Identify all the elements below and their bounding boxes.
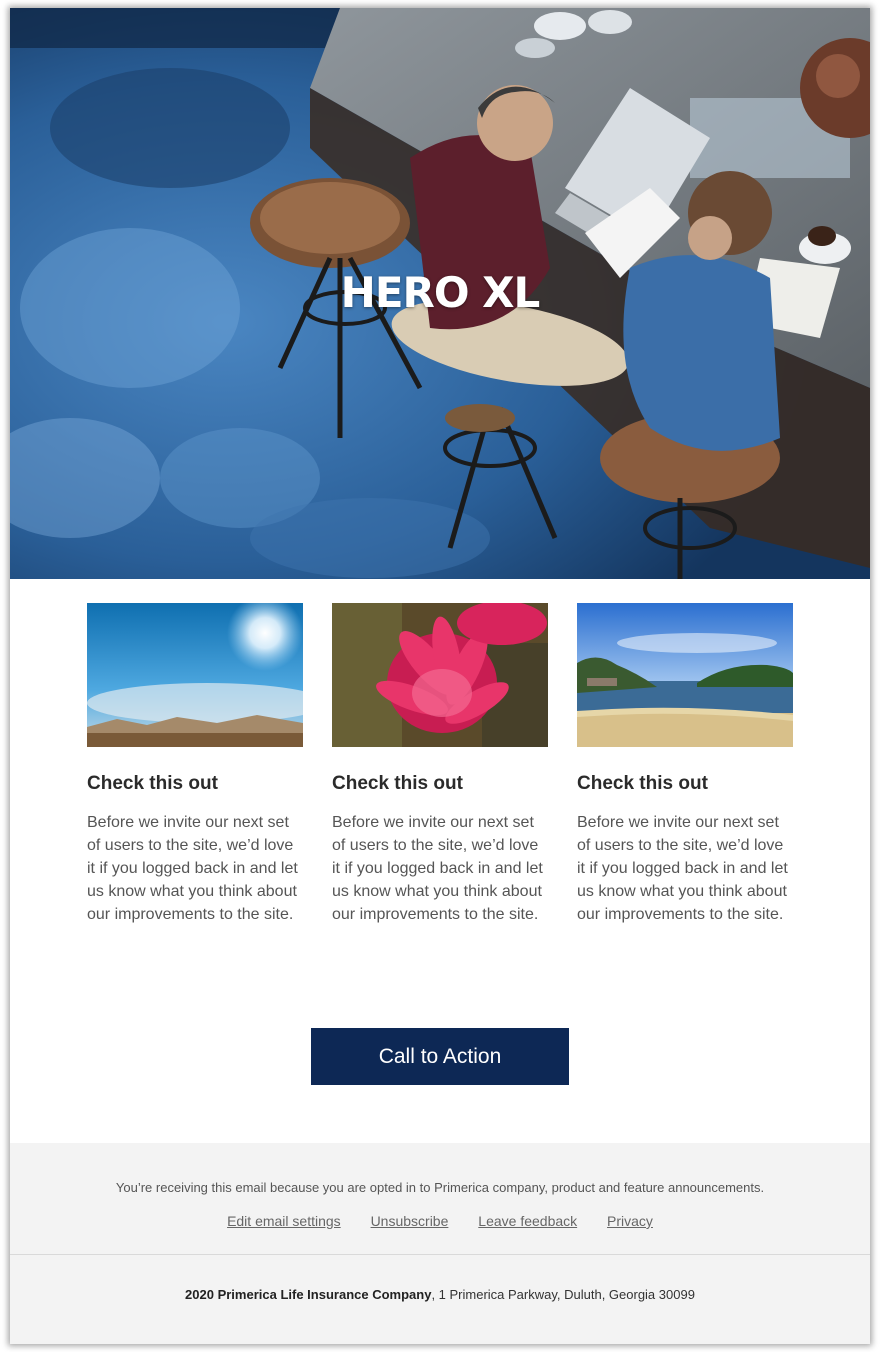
beach-cove-photo bbox=[577, 603, 793, 747]
card-body: Before we invite our next set of users t… bbox=[577, 814, 788, 923]
leave-feedback-link[interactable]: Leave feedback bbox=[478, 1213, 577, 1229]
desert-sky-photo bbox=[87, 603, 303, 747]
card-title: Check this out bbox=[87, 773, 218, 794]
footer-divider bbox=[10, 1254, 870, 1255]
email-frame: HERO XL Check this out Before we invite … bbox=[10, 8, 870, 1344]
company-address: 2020 Primerica Life Insurance Company, 1… bbox=[10, 1287, 870, 1302]
footer-links: Edit email settings Unsubscribe Leave fe… bbox=[10, 1213, 870, 1229]
feature-card: Check this out Before we invite our next… bbox=[332, 603, 548, 926]
card-body: Before we invite our next set of users t… bbox=[87, 814, 298, 923]
feature-card: Check this out Before we invite our next… bbox=[577, 603, 793, 926]
company-name: 2020 Primerica Life Insurance Company bbox=[185, 1287, 432, 1302]
card-title: Check this out bbox=[332, 773, 463, 794]
address-text: , 1 Primerica Parkway, Duluth, Georgia 3… bbox=[431, 1287, 695, 1302]
feature-card: Check this out Before we invite our next… bbox=[87, 603, 303, 926]
feature-cards: Check this out Before we invite our next… bbox=[87, 603, 793, 963]
unsubscribe-link[interactable]: Unsubscribe bbox=[371, 1213, 449, 1229]
card-title: Check this out bbox=[577, 773, 708, 794]
card-body: Before we invite our next set of users t… bbox=[332, 814, 543, 923]
email-footer: You’re receiving this email because you … bbox=[10, 1143, 870, 1344]
hero-banner: HERO XL bbox=[10, 8, 870, 579]
privacy-link[interactable]: Privacy bbox=[607, 1213, 653, 1229]
pink-flower-photo bbox=[332, 603, 548, 747]
edit-email-settings-link[interactable]: Edit email settings bbox=[227, 1213, 341, 1229]
hero-title: HERO XL bbox=[340, 268, 541, 317]
opt-in-notice: You’re receiving this email because you … bbox=[115, 1180, 765, 1195]
call-to-action-button[interactable]: Call to Action bbox=[311, 1028, 569, 1085]
